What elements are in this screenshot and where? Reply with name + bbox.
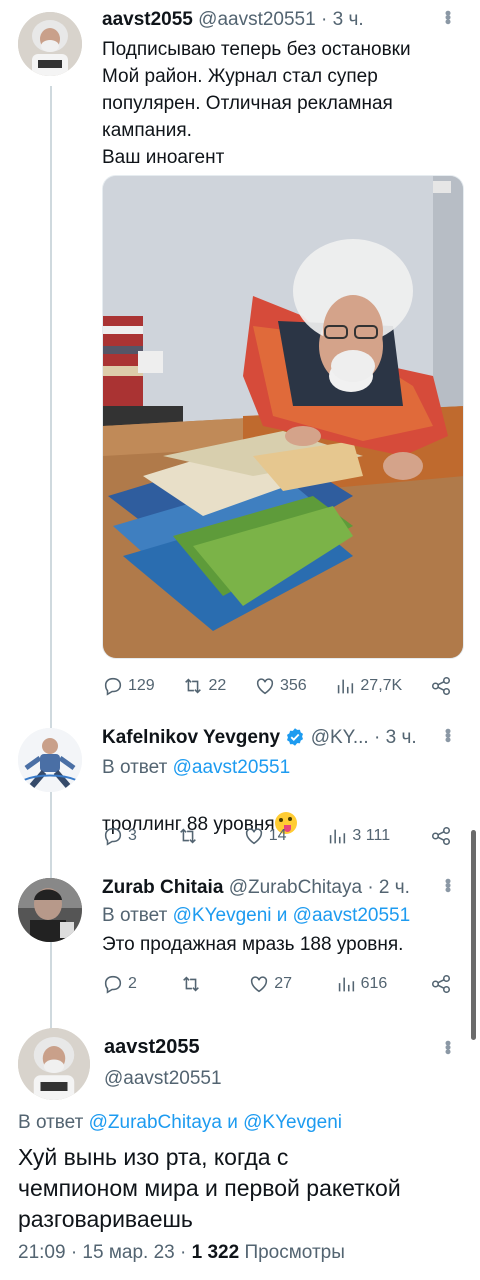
views-button[interactable]: 3 111 bbox=[326, 825, 390, 847]
photo-image bbox=[103, 176, 463, 658]
separator: · bbox=[320, 9, 328, 30]
retweet-button[interactable] bbox=[180, 973, 206, 995]
avatar-image bbox=[18, 1028, 90, 1100]
avatar-image bbox=[18, 878, 82, 942]
like-button[interactable]: 14 bbox=[243, 825, 287, 847]
avatar[interactable] bbox=[18, 12, 82, 76]
retweet-icon bbox=[179, 828, 196, 844]
reply-context: В ответ @ZurabChitaya и @KYevgeni bbox=[18, 1112, 342, 1134]
views-count: 27,7K bbox=[360, 677, 403, 694]
author-handle[interactable]: @KY... bbox=[311, 727, 369, 748]
tweet-meta: 21:09 · 15 мар. 23 · 1 322 Просмотры bbox=[18, 1242, 345, 1264]
reply-to-link[interactable]: @ZurabChitaya и @KYevgeni bbox=[89, 1112, 342, 1133]
reply-icon bbox=[104, 677, 122, 696]
reply-context: В ответ @aavst20551 bbox=[102, 756, 290, 780]
like-count: 27 bbox=[274, 975, 292, 992]
author-handle[interactable]: @ZurabChitaya bbox=[229, 877, 362, 898]
like-count: 356 bbox=[279, 677, 307, 694]
avatar[interactable] bbox=[18, 878, 82, 942]
heart-icon bbox=[245, 828, 262, 845]
reply-context: В ответ @KYevgeni и @aavst20551 bbox=[102, 904, 410, 928]
share-button[interactable] bbox=[430, 973, 452, 995]
retweet-icon bbox=[182, 976, 199, 992]
reply-count: 2 bbox=[128, 975, 137, 992]
separator: · bbox=[367, 877, 374, 898]
avatar-image bbox=[18, 728, 82, 792]
tweet-header: Kafelnikov Yevgeny @KY... · 3 ч. bbox=[102, 726, 417, 750]
author-name[interactable]: Zurab Chitaia bbox=[102, 877, 223, 898]
reply-to-link[interactable]: @aavst20551 bbox=[173, 757, 291, 778]
avatar[interactable] bbox=[18, 728, 82, 792]
reply-icon bbox=[104, 975, 122, 994]
views-count: 616 bbox=[360, 975, 388, 992]
reply-prefix: В ответ bbox=[102, 757, 168, 778]
retweet-count: 22 bbox=[208, 677, 227, 694]
avatar[interactable] bbox=[18, 1028, 90, 1100]
tweet-header: aavst2055 @aavst20551 · 3 ч. bbox=[102, 8, 364, 32]
avatar-image bbox=[18, 12, 82, 76]
tweet-datetime[interactable]: 21:09 · 15 мар. 23 · bbox=[18, 1242, 186, 1263]
tweet-actions: 2 27 616 bbox=[102, 970, 452, 998]
separator: · bbox=[374, 727, 381, 748]
author-name[interactable]: Kafelnikov Yevgeny bbox=[102, 727, 280, 748]
verified-badge-icon bbox=[287, 728, 304, 746]
reply-count: 129 bbox=[128, 677, 155, 694]
retweet-icon bbox=[185, 678, 202, 694]
like-button[interactable]: 356 bbox=[254, 675, 307, 697]
timestamp[interactable]: 3 ч. bbox=[386, 727, 417, 748]
more-options-icon[interactable]: ••• bbox=[437, 10, 458, 23]
tweet-text: Хуй вынь изо рта, когда с чемпионом мира… bbox=[18, 1144, 401, 1232]
views-button[interactable]: 616 bbox=[335, 973, 388, 995]
views-icon bbox=[330, 829, 346, 844]
tweet-actions: 129 22 356 27,7K bbox=[102, 672, 452, 700]
tweet-photo[interactable] bbox=[102, 175, 464, 659]
tweet-actions: 3 14 3 111 bbox=[102, 822, 452, 850]
retweet-button[interactable]: 22 bbox=[182, 675, 226, 697]
more-options-icon[interactable]: ••• bbox=[437, 728, 458, 741]
tweet-text: Подписываю теперь без остановки Мой райо… bbox=[102, 39, 411, 168]
share-icon bbox=[431, 676, 450, 696]
views-label: Просмотры bbox=[244, 1242, 345, 1263]
share-icon bbox=[431, 826, 451, 846]
share-button[interactable] bbox=[430, 675, 452, 697]
share-button[interactable] bbox=[430, 825, 452, 847]
views-count: 3 111 bbox=[352, 827, 391, 844]
like-button[interactable]: 27 bbox=[248, 973, 292, 995]
author-name[interactable]: aavst2055 bbox=[102, 9, 193, 30]
reply-to-link[interactable]: @KYevgeni и @aavst20551 bbox=[173, 905, 411, 926]
more-options-icon[interactable]: ••• bbox=[437, 878, 458, 891]
heart-icon bbox=[256, 678, 274, 695]
timestamp[interactable]: 2 ч. bbox=[379, 877, 410, 898]
like-count: 14 bbox=[268, 827, 287, 844]
reply-button[interactable]: 2 bbox=[102, 973, 137, 995]
reply-button[interactable]: 129 bbox=[102, 675, 155, 697]
share-icon bbox=[431, 974, 450, 994]
author-name[interactable]: aavst2055 bbox=[104, 1036, 200, 1059]
author-handle[interactable]: @aavst20551 bbox=[104, 1068, 222, 1090]
views-number: 1 322 bbox=[191, 1242, 240, 1263]
tweet-header: Zurab Chitaia @ZurabChitaya · 2 ч. bbox=[102, 876, 410, 900]
reply-prefix: В ответ bbox=[102, 905, 168, 926]
heart-icon bbox=[251, 976, 268, 993]
more-options-icon[interactable]: ••• bbox=[437, 1040, 458, 1053]
views-button[interactable]: 27,7K bbox=[334, 675, 402, 697]
timestamp[interactable]: 3 ч. bbox=[333, 9, 364, 30]
reply-prefix: В ответ bbox=[18, 1112, 84, 1133]
views-icon bbox=[338, 679, 354, 694]
author-handle[interactable]: @aavst20551 bbox=[198, 9, 316, 30]
reply-button[interactable]: 3 bbox=[102, 825, 137, 847]
retweet-button[interactable] bbox=[177, 825, 203, 847]
reply-icon bbox=[104, 827, 122, 846]
tweet-text: Это продажная мразь 188 уровня. bbox=[102, 934, 404, 955]
reply-count: 3 bbox=[128, 827, 137, 844]
views-icon bbox=[338, 977, 354, 992]
scrollbar[interactable] bbox=[471, 830, 476, 1040]
